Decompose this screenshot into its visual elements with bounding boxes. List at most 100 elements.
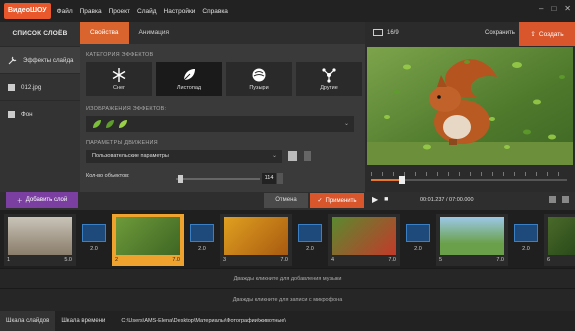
timeline-transition[interactable]: 2.0 [404, 224, 432, 254]
apply-button[interactable]: ✓ Применить [310, 193, 364, 208]
transition-thumbnail [82, 224, 106, 242]
stop-icon[interactable]: ■ [384, 196, 388, 203]
save-preset-icon[interactable] [288, 151, 297, 161]
timeline-slide[interactable]: 5 7.0 [436, 214, 508, 266]
layer-label: Фон [21, 110, 33, 118]
leaf-image-icon [93, 120, 101, 128]
playback-time: 00:01.237 / 07:00.000 [420, 197, 474, 203]
leaf-image-icon [119, 120, 127, 128]
chevron-down-icon: ⌄ [343, 121, 349, 127]
menu-item-edit[interactable]: Правка [80, 8, 102, 15]
preview-image [367, 47, 573, 165]
transition-duration: 2.0 [198, 246, 206, 252]
transition-duration: 2.0 [414, 246, 422, 252]
layer-label: Эффекты слайда [23, 56, 74, 64]
menu-item-settings[interactable]: Настройки [164, 8, 196, 15]
background-icon [8, 110, 15, 118]
transition-duration: 2.0 [522, 246, 530, 252]
scrubber-handle[interactable] [399, 176, 406, 184]
preview-scrubber[interactable] [367, 172, 573, 184]
menu-item-slide[interactable]: Слайд [137, 8, 157, 15]
leaf-image-icon [106, 120, 114, 128]
export-icon: ⇪ [530, 31, 536, 38]
timeline-slide[interactable]: 6 [544, 214, 575, 266]
effect-leaf-fall[interactable]: Листопад [156, 62, 222, 96]
camera-icon[interactable] [549, 196, 556, 203]
transition-duration: 2.0 [90, 246, 98, 252]
properties-tabs: Свойства Анимация [80, 22, 365, 44]
chevron-down-icon: ⌄ [271, 153, 277, 159]
slide-number: 2 [115, 257, 119, 263]
slide-duration: 7.0 [280, 257, 288, 263]
object-count-slider[interactable] [176, 178, 260, 180]
menu-item-project[interactable]: Проект [109, 8, 130, 15]
delete-preset-icon[interactable] [304, 151, 311, 161]
effect-images-select[interactable]: ⌄ [86, 116, 354, 132]
effect-snow[interactable]: Снег [86, 62, 152, 96]
menu-item-file[interactable]: Файл [57, 8, 73, 15]
slide-number: 5 [439, 257, 443, 263]
timeline-transition[interactable]: 2.0 [512, 224, 540, 254]
create-button[interactable]: ⇪ Создать [519, 22, 575, 46]
transition-duration: 2.0 [306, 246, 314, 252]
tab-time-timeline[interactable]: Шкала времени [55, 311, 111, 331]
aspect-ratio-toggle[interactable]: 16/9 [373, 29, 399, 36]
object-count-stepper[interactable] [277, 173, 283, 184]
current-folder-path: C:\Users\AMS-Elena\Desktop\Материалы\Фот… [121, 318, 286, 324]
effect-category-list: Снег Листопад Пузыри Другие [86, 62, 362, 96]
transition-thumbnail [514, 224, 538, 242]
minimize-icon[interactable]: – [539, 4, 543, 13]
tab-animation[interactable]: Анимация [129, 22, 180, 44]
fullscreen-icon[interactable] [562, 196, 569, 203]
save-button[interactable]: Сохранить [485, 30, 515, 36]
slide-number: 6 [547, 257, 551, 263]
preview-header: 16/9 Сохранить ⇪ Создать [365, 22, 575, 46]
layer-item-effects[interactable]: Эффекты слайда [0, 46, 80, 73]
preview-tools [549, 196, 569, 203]
slide-number: 4 [331, 257, 335, 263]
transition-thumbnail [298, 224, 322, 242]
tab-properties[interactable]: Свойства [80, 22, 129, 44]
effect-bubbles[interactable]: Пузыри [226, 62, 292, 96]
check-icon: ✓ [317, 198, 323, 204]
effect-label: Другие [320, 85, 338, 91]
timeline-slide[interactable]: 2 7.0 [112, 214, 184, 266]
create-label: Создать [538, 30, 564, 38]
music-track[interactable]: Дважды кликните для добавления музыки [0, 268, 575, 288]
timeline-transition[interactable]: 2.0 [296, 224, 324, 254]
timeline-transition[interactable]: 2.0 [80, 224, 108, 254]
object-count-row: Кол-во объектов: 114 [86, 173, 356, 185]
slide-thumbnail [116, 217, 180, 255]
object-count-input[interactable]: 114 [262, 173, 276, 184]
effect-other[interactable]: Другие [296, 62, 362, 96]
cancel-button[interactable]: Отмена [264, 193, 308, 208]
close-icon[interactable]: ✕ [564, 4, 571, 13]
motion-preset-select[interactable]: Пользовательские параметры ⌄ [86, 150, 282, 163]
object-count-slider-handle[interactable] [178, 175, 184, 183]
slide-thumbnail [332, 217, 396, 255]
add-layer-button[interactable]: ＋ Добавить слой [6, 192, 78, 208]
mic-track[interactable]: Дважды кликните для записи с микрофона [0, 288, 575, 311]
properties-panel: Свойства Анимация КАТЕГОРИЯ ЭФФЕКТОВ Сне… [80, 22, 365, 192]
timeline-transition[interactable]: 2.0 [188, 224, 216, 254]
apply-label: Применить [325, 197, 357, 204]
timeline-slide[interactable]: 4 7.0 [328, 214, 400, 266]
aspect-ratio-label: 16/9 [387, 29, 399, 36]
motion-preset-value: Пользовательские параметры [92, 153, 169, 159]
molecule-icon [322, 68, 336, 83]
layers-title: СПИСОК СЛОЁВ [12, 30, 68, 37]
effect-category-label: КАТЕГОРИЯ ЭФФЕКТОВ [86, 52, 154, 58]
maximize-icon[interactable]: □ [551, 4, 556, 13]
play-icon[interactable]: ▶ [372, 195, 378, 204]
timeline-slide[interactable]: 1 5.0 [4, 214, 76, 266]
slide-number: 3 [223, 257, 227, 263]
layer-item-background[interactable]: Фон [0, 100, 80, 127]
status-bar: Шкала слайдов Шкала времени C:\Users\AMS… [0, 311, 575, 331]
menu-bar: Файл Правка Проект Слайд Настройки Справ… [57, 8, 235, 15]
menu-item-help[interactable]: Справка [202, 8, 228, 15]
image-icon [8, 83, 15, 91]
layer-item-image[interactable]: 012.jpg [0, 73, 80, 100]
tab-slide-timeline[interactable]: Шкала слайдов [0, 311, 56, 331]
timeline-slide[interactable]: 3 7.0 [220, 214, 292, 266]
layers-panel: СПИСОК СЛОЁВ Эффекты слайда 012.jpg Фон [0, 22, 80, 192]
